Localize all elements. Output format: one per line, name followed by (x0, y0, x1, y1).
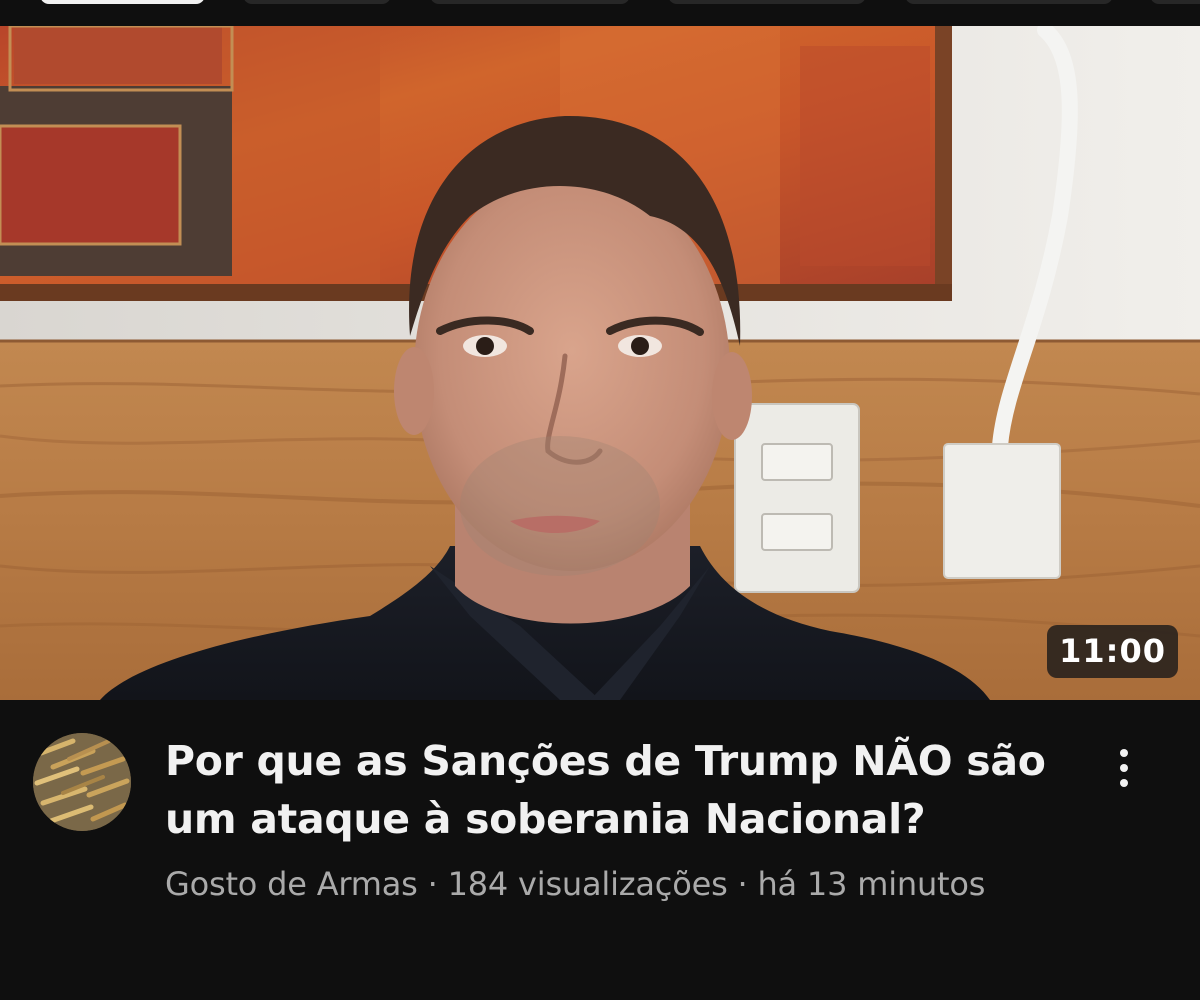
kebab-dot (1120, 749, 1128, 757)
avatar-image (33, 733, 131, 831)
filter-chip[interactable] (1150, 0, 1200, 4)
duration-badge: 11:00 (1047, 625, 1178, 678)
more-vertical-icon[interactable] (1100, 740, 1148, 796)
filter-chip[interactable] (430, 0, 630, 4)
video-subtitle: Gosto de Armas · 184 visualizações · há … (165, 860, 1045, 908)
video-title[interactable]: Por que as Sanções de Trump NÃO são um a… (165, 732, 1085, 848)
filter-chip[interactable] (243, 0, 391, 4)
video-thumbnail[interactable]: 11:00 (0, 26, 1200, 700)
view-count: 184 visualizações (447, 865, 728, 903)
channel-name[interactable]: Gosto de Armas (165, 865, 418, 903)
video-meta: Por que as Sanções de Trump NÃO são um a… (0, 700, 1200, 1000)
filter-chip-bar (0, 0, 1200, 26)
filter-chip[interactable] (40, 0, 205, 4)
channel-avatar[interactable] (33, 733, 131, 831)
kebab-dot (1120, 764, 1128, 772)
filter-chip[interactable] (905, 0, 1113, 4)
upload-age: há 13 minutos (757, 865, 986, 903)
meta-separator: · (727, 865, 758, 903)
thumbnail-image (0, 26, 1200, 700)
video-feed-card: 11:00 Por que as Sanções de Trump NÃO sã… (0, 0, 1200, 1000)
kebab-dot (1120, 779, 1128, 787)
meta-separator: · (417, 865, 448, 903)
filter-chip[interactable] (668, 0, 866, 4)
